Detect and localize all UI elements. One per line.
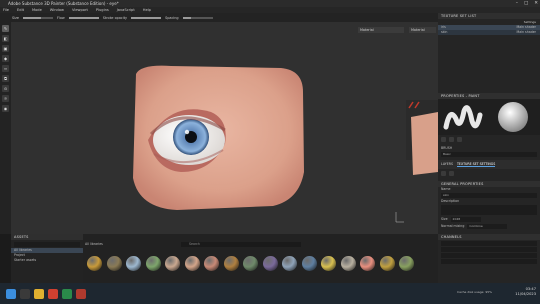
material-thumbnail[interactable] (399, 256, 414, 271)
filter-starter-assets[interactable]: Starter assets (11, 258, 83, 263)
material-thumbnail[interactable] (321, 256, 336, 271)
size-label: Size (12, 15, 19, 20)
material-thumbnail[interactable] (340, 256, 356, 271)
library-dropdown[interactable]: All libraries (85, 242, 105, 247)
picker-icon[interactable]: ⊙ (2, 85, 9, 92)
alpha-icon[interactable] (441, 137, 446, 142)
tab-layers[interactable]: LAYERS (441, 162, 453, 167)
eye-model[interactable] (11, 22, 438, 234)
channel-row[interactable] (441, 241, 537, 246)
channel-row[interactable] (441, 247, 537, 252)
eraser-icon[interactable]: ◧ (2, 35, 9, 42)
start-icon[interactable] (6, 289, 16, 299)
material-thumbnail[interactable] (165, 256, 180, 271)
substance-painter-icon[interactable] (76, 289, 86, 299)
size-field[interactable]: 2048 (450, 217, 481, 222)
channel-row[interactable] (441, 259, 537, 264)
material-icon[interactable] (457, 137, 462, 142)
spacing-label: Spacing (165, 15, 179, 20)
viewport-3d[interactable]: Material Material (11, 22, 438, 234)
material-thumbnail[interactable] (87, 256, 102, 271)
brush-preview[interactable] (438, 99, 540, 135)
paint-brush-icon[interactable]: ✎ (2, 25, 9, 32)
spacing-slider[interactable] (182, 16, 213, 19)
material-thumbnail[interactable] (360, 256, 375, 271)
minimize-icon[interactable]: – (516, 0, 518, 7)
cache-status: Cache disk usage: 95% (457, 290, 492, 294)
material-thumbnail[interactable] (184, 256, 200, 271)
assets-filter-search[interactable] (14, 242, 80, 247)
material-thumbnail[interactable] (223, 256, 239, 271)
smudge-icon[interactable]: ≈ (2, 65, 9, 72)
texture-set-shader[interactable]: Main shader (516, 30, 536, 35)
app-icon[interactable] (62, 289, 72, 299)
file-explorer-icon[interactable] (34, 289, 44, 299)
stroke-opacity-label: Stroke opacity (102, 15, 128, 20)
texture-set-list-area (438, 35, 540, 93)
stencil-icon[interactable] (449, 137, 454, 142)
clock-date: 11/04/2023 (515, 292, 536, 296)
assets-filter-panel: ASSETS All libraries Project Starter ass… (11, 234, 83, 283)
normal-mixing-field[interactable]: Combine (467, 224, 508, 229)
left-toolbar: ✎ ◧ ▣ ◆ ≈ ⧉ ⊙ ☼ ◉ (0, 22, 11, 234)
material-thumbnail[interactable] (243, 256, 258, 271)
material-thumbnail[interactable] (282, 256, 297, 271)
channels-header: CHANNELS (438, 234, 540, 240)
material-thumbnail[interactable] (204, 256, 219, 271)
projection-icon[interactable]: ▣ (2, 45, 9, 52)
clone-icon[interactable]: ⧉ (2, 75, 9, 82)
title-bar: Adobe Substance 3D Painter (Substance Ed… (0, 0, 540, 7)
material-thumbnail[interactable] (262, 256, 278, 271)
name-label: Name (441, 187, 451, 191)
size-label: Size (441, 217, 448, 221)
browser-icon[interactable] (48, 289, 58, 299)
geometry-fill-icon[interactable]: ◆ (2, 55, 9, 62)
material-thumbnail[interactable] (379, 256, 395, 271)
tool-options-bar: Size Flow Stroke opacity Spacing (0, 13, 438, 22)
normal-mixing-label: Normal mixing (441, 224, 465, 228)
right-panel: TEXTURE SET LIST Settings iris Main shad… (438, 13, 540, 283)
camera-icon[interactable]: ◉ (2, 105, 9, 112)
grid-icon[interactable] (441, 171, 446, 176)
name-field[interactable]: skin (441, 193, 537, 198)
list-icon[interactable] (449, 171, 454, 176)
material-thumbnail[interactable] (106, 256, 122, 271)
stroke-opacity-slider[interactable] (131, 16, 162, 19)
material-thumbnail[interactable] (301, 256, 317, 271)
description-field[interactable] (441, 205, 537, 215)
brush-label: BRUSH (441, 146, 453, 150)
material-thumbnail[interactable] (126, 256, 141, 271)
assets-header: ASSETS (11, 234, 83, 240)
close-icon[interactable]: ✕ (534, 0, 538, 7)
material-thumbnail[interactable] (145, 256, 161, 271)
bake-icon[interactable]: ☼ (2, 95, 9, 102)
flow-label: Flow (56, 15, 65, 20)
texture-set-name: skin (441, 30, 448, 34)
brush-field[interactable]: Basic (441, 152, 537, 157)
size-slider[interactable] (22, 16, 53, 19)
tab-texture-set-settings[interactable]: TEXTURE SET SETTINGS (456, 162, 496, 167)
channel-row[interactable] (441, 253, 537, 258)
window-title: Adobe Substance 3D Painter (Substance Ed… (8, 1, 119, 6)
assets-search-input[interactable]: Search (181, 242, 301, 247)
flow-slider[interactable] (68, 16, 99, 19)
search-icon[interactable] (20, 289, 30, 299)
description-label: Description (441, 199, 460, 203)
maximize-icon[interactable]: □ (524, 0, 528, 7)
axis-gizmo (395, 212, 404, 223)
windows-taskbar: 03:47 11/04/2023 Cache disk usage: 95% (0, 283, 540, 304)
